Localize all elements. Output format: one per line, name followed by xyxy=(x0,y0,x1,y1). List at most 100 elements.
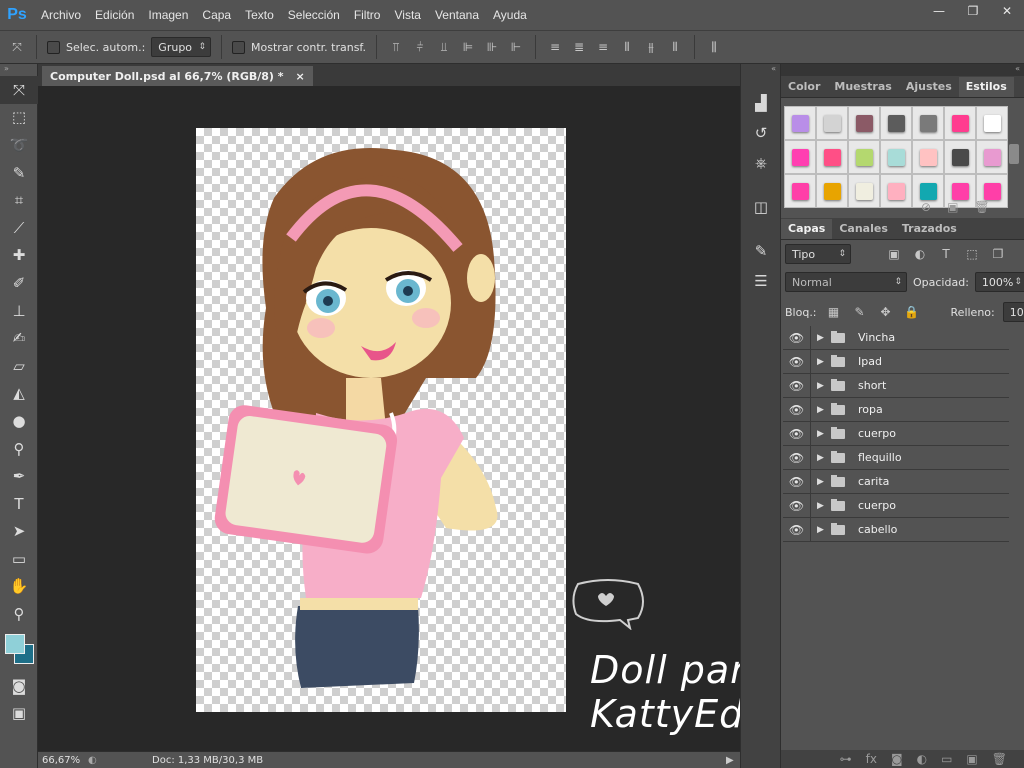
menu-ventana[interactable]: Ventana xyxy=(428,8,486,22)
minimize-button[interactable]: — xyxy=(922,0,956,22)
document-tab[interactable]: Computer Doll.psd al 66,7% (RGB/8) * × xyxy=(42,66,313,86)
menu-edicion[interactable]: Edición xyxy=(88,8,141,22)
style-swatch[interactable] xyxy=(912,106,944,140)
brush-tool-icon[interactable]: ✐ xyxy=(0,269,38,297)
menu-seleccion[interactable]: Selección xyxy=(281,8,347,22)
opacity-input[interactable]: 100% xyxy=(974,272,1024,292)
delete-layer-icon[interactable]: 🗑 xyxy=(992,752,1007,766)
new-layer-icon[interactable]: ▣ xyxy=(966,752,977,766)
layer-row[interactable]: 👁 ▶ Vincha xyxy=(783,326,1009,350)
style-swatch[interactable] xyxy=(880,174,912,208)
expand-arrow-icon[interactable]: ▶ xyxy=(817,429,831,439)
layer-row[interactable]: 👁 ▶ carita xyxy=(783,470,1009,494)
style-swatch[interactable] xyxy=(976,106,1008,140)
crop-tool-icon[interactable]: ⌗ xyxy=(0,186,38,214)
clone-stamp-tool-icon[interactable]: ⊥ xyxy=(0,297,38,325)
history-brush-tool-icon[interactable]: ✍ xyxy=(0,324,38,352)
hand-tool-icon[interactable]: ✋ xyxy=(0,573,38,601)
menu-capa[interactable]: Capa xyxy=(195,8,238,22)
visibility-eye-icon[interactable]: 👁 xyxy=(783,518,811,541)
quick-select-tool-icon[interactable]: ✎ xyxy=(0,159,38,187)
eyedropper-tool-icon[interactable]: ⟋ xyxy=(0,214,38,242)
tab-ajustes[interactable]: Ajustes xyxy=(899,77,959,97)
expand-arrow-icon[interactable]: ▶ xyxy=(817,357,831,367)
layer-row[interactable]: 👁 ▶ ropa xyxy=(783,398,1009,422)
tab-color[interactable]: Color xyxy=(781,77,827,97)
visibility-eye-icon[interactable]: 👁 xyxy=(783,494,811,517)
zoom-tool-icon[interactable]: ⚲ xyxy=(0,600,38,628)
fill-input[interactable]: 100% xyxy=(1002,302,1024,322)
filter-type-icon[interactable]: T xyxy=(937,245,955,263)
layer-row[interactable]: 👁 ▶ short xyxy=(783,374,1009,398)
distribute-vcenter-icon[interactable]: ≣ xyxy=(570,38,588,56)
panel-collapse-icon[interactable]: « xyxy=(781,64,1024,76)
style-swatch[interactable] xyxy=(880,106,912,140)
collapse-arrows-icon[interactable]: « xyxy=(741,64,780,78)
lock-position-icon[interactable]: ✥ xyxy=(877,303,895,321)
visibility-eye-icon[interactable]: 👁 xyxy=(783,422,811,445)
align-bottom-icon[interactable]: ⫫ xyxy=(435,38,453,56)
menu-ayuda[interactable]: Ayuda xyxy=(486,8,534,22)
add-mask-icon[interactable]: ◙ xyxy=(891,752,903,766)
align-top-icon[interactable]: ⫪ xyxy=(387,38,405,56)
blur-tool-icon[interactable]: ● xyxy=(0,407,38,435)
expand-arrow-icon[interactable]: ▶ xyxy=(817,501,831,511)
style-swatch[interactable] xyxy=(944,106,976,140)
auto-select-checkbox[interactable] xyxy=(47,40,60,54)
link-layers-icon[interactable]: ⊶ xyxy=(840,752,852,766)
menu-imagen[interactable]: Imagen xyxy=(141,8,195,22)
expand-arrow-icon[interactable]: ▶ xyxy=(817,405,831,415)
adjustment-layer-icon[interactable]: ◐ xyxy=(917,752,927,766)
delete-style-icon[interactable]: 🗑 xyxy=(974,200,989,214)
tab-trazados[interactable]: Trazados xyxy=(895,219,964,239)
tab-capas[interactable]: Capas xyxy=(781,219,833,239)
style-swatch[interactable] xyxy=(784,140,816,174)
healing-brush-tool-icon[interactable]: ✚ xyxy=(0,242,38,270)
tab-canales[interactable]: Canales xyxy=(832,219,895,239)
blend-mode-select[interactable]: Normal xyxy=(785,272,907,292)
lasso-tool-icon[interactable]: ➰ xyxy=(0,131,38,159)
navigator-icon[interactable]: ⎈ xyxy=(741,148,781,178)
dodge-tool-icon[interactable]: ⚲ xyxy=(0,435,38,463)
close-tab-icon[interactable]: × xyxy=(296,70,305,83)
menu-filtro[interactable]: Filtro xyxy=(347,8,388,22)
style-swatch[interactable] xyxy=(816,174,848,208)
align-left-icon[interactable]: ⊫ xyxy=(459,38,477,56)
visibility-eye-icon[interactable]: 👁 xyxy=(783,326,811,349)
close-button[interactable]: ✕ xyxy=(990,0,1024,22)
filter-pixel-icon[interactable]: ▣ xyxy=(885,245,903,263)
move-tool-icon[interactable]: ⤧ xyxy=(0,76,38,104)
expand-arrow-icon[interactable]: ▶ xyxy=(817,381,831,391)
filter-shape-icon[interactable]: ⬚ xyxy=(963,245,981,263)
distribute-bottom-icon[interactable]: ≡ xyxy=(594,38,612,56)
marquee-tool-icon[interactable]: ⬚ xyxy=(0,104,38,132)
style-swatch[interactable] xyxy=(848,140,880,174)
new-group-icon[interactable]: ▭ xyxy=(941,752,952,766)
expand-arrow-icon[interactable]: ▶ xyxy=(817,333,831,343)
distribute-right-icon[interactable]: ⫴ xyxy=(666,38,684,56)
panel-collapse-icon[interactable]: » xyxy=(0,64,37,76)
expand-arrow-icon[interactable]: ▶ xyxy=(817,453,831,463)
distribute-hcenter-icon[interactable]: ⫵ xyxy=(642,38,660,56)
status-menu-arrow-icon[interactable]: ▶ xyxy=(726,755,740,766)
lock-transparency-icon[interactable]: ▦ xyxy=(825,303,843,321)
type-tool-icon[interactable]: T xyxy=(0,490,38,518)
foreground-color-swatch[interactable] xyxy=(5,633,25,654)
screen-mode-icon[interactable]: ▣ xyxy=(0,699,38,727)
layer-row[interactable]: 👁 ▶ Ipad xyxy=(783,350,1009,374)
auto-select-dropdown[interactable]: Grupo xyxy=(151,37,212,57)
align-vcenter-icon[interactable]: ⫩ xyxy=(411,38,429,56)
menu-archivo[interactable]: Archivo xyxy=(34,8,88,22)
style-swatch[interactable] xyxy=(848,174,880,208)
lock-pixels-icon[interactable]: ✎ xyxy=(851,303,869,321)
properties-icon[interactable]: ☰ xyxy=(741,266,781,296)
style-swatch[interactable] xyxy=(816,140,848,174)
filter-adjustment-icon[interactable]: ◐ xyxy=(911,245,929,263)
path-select-tool-icon[interactable]: ➤ xyxy=(0,518,38,546)
expand-arrow-icon[interactable]: ▶ xyxy=(817,477,831,487)
style-swatch[interactable] xyxy=(784,106,816,140)
layer-row[interactable]: 👁 ▶ cabello xyxy=(783,518,1009,542)
layer-row[interactable]: 👁 ▶ flequillo xyxy=(783,446,1009,470)
layer-kind-filter[interactable]: Tipo xyxy=(785,244,851,264)
pen-tool-icon[interactable]: ✒ xyxy=(0,462,38,490)
